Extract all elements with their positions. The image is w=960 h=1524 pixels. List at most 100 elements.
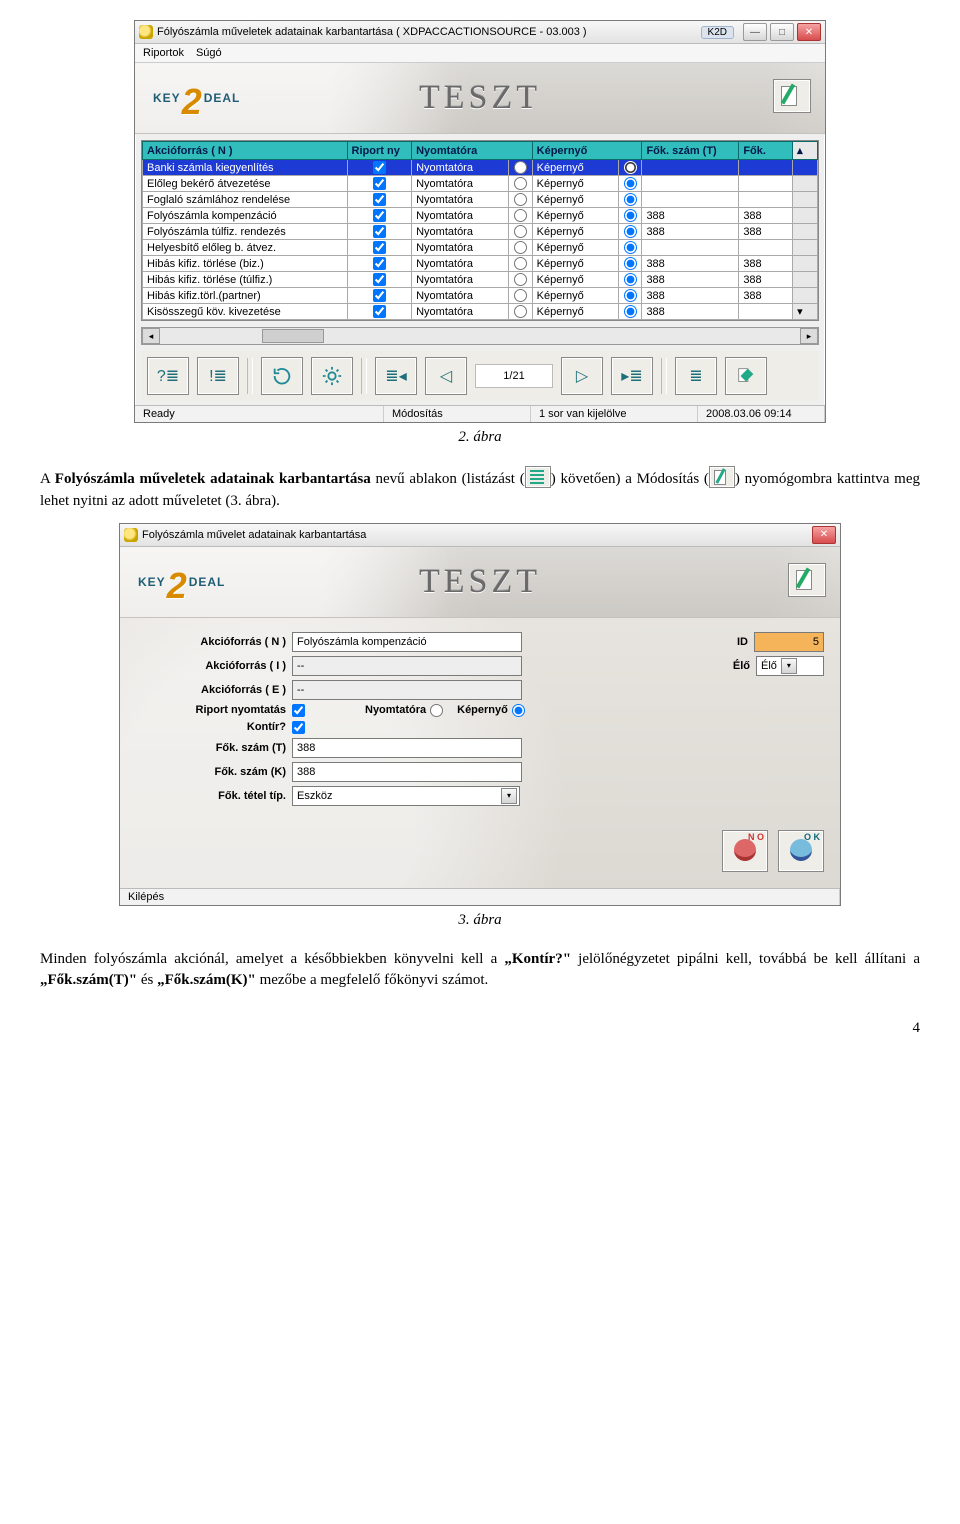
table-row[interactable]: Hibás kifiz.törl.(partner)NyomtatóraKépe…	[143, 288, 818, 304]
filter-button[interactable]: !≣	[197, 357, 239, 395]
radio[interactable]	[624, 193, 637, 206]
checkbox[interactable]	[373, 161, 386, 174]
table-row[interactable]: Folyószámla kompenzációNyomtatóraKéperny…	[143, 208, 818, 224]
prev-button[interactable]: ◁	[425, 357, 467, 395]
table-row[interactable]: Folyószámla túlfiz. rendezésNyomtatóraKé…	[143, 224, 818, 240]
vscroll[interactable]	[793, 256, 818, 272]
checkbox[interactable]	[373, 177, 386, 190]
cell-screen-radio[interactable]	[618, 240, 642, 256]
vscroll[interactable]	[793, 192, 818, 208]
vscroll[interactable]	[793, 240, 818, 256]
scroll-thumb[interactable]	[262, 329, 324, 343]
cell-printer-radio[interactable]	[508, 208, 532, 224]
checkbox-riport[interactable]	[292, 704, 305, 717]
refresh-button[interactable]	[261, 357, 303, 395]
table-row[interactable]: Kisösszegű köv. kivezetéseNyomtatóraKépe…	[143, 304, 818, 320]
vscroll[interactable]	[793, 288, 818, 304]
cell-screen-radio[interactable]	[618, 272, 642, 288]
cell-riport[interactable]	[347, 176, 412, 192]
checkbox[interactable]	[373, 257, 386, 270]
first-button[interactable]: ≣◂	[375, 357, 417, 395]
radio[interactable]	[624, 241, 637, 254]
horizontal-scrollbar[interactable]: ◂ ▸	[141, 327, 819, 345]
checkbox[interactable]	[373, 305, 386, 318]
radio[interactable]	[624, 161, 637, 174]
table-row[interactable]: Banki számla kiegyenlítésNyomtatóraKéper…	[143, 160, 818, 176]
vscroll[interactable]	[793, 272, 818, 288]
col-nyomtatora[interactable]: Nyomtatóra	[412, 142, 533, 160]
scroll-right-icon[interactable]: ▸	[800, 328, 818, 344]
cell-screen-radio[interactable]	[618, 304, 642, 320]
col-fokt[interactable]: Fők. szám (T)	[642, 142, 739, 160]
checkbox[interactable]	[373, 241, 386, 254]
select-elo[interactable]: Élő▾	[756, 656, 824, 676]
radio[interactable]	[624, 289, 637, 302]
cell-riport[interactable]	[347, 272, 412, 288]
radio[interactable]	[514, 257, 527, 270]
radio[interactable]	[514, 241, 527, 254]
radio[interactable]	[624, 257, 637, 270]
cell-printer-radio[interactable]	[508, 160, 532, 176]
next-button[interactable]: ▷	[561, 357, 603, 395]
titlebar[interactable]: Fólyószámla műveletek adatainak karbanta…	[135, 21, 825, 44]
checkbox[interactable]	[373, 289, 386, 302]
radio[interactable]	[514, 273, 527, 286]
titlebar[interactable]: Folyószámla művelet adatainak karbantart…	[120, 524, 840, 547]
cell-screen-radio[interactable]	[618, 224, 642, 240]
menu-sugo[interactable]: Súgó	[196, 47, 222, 59]
vscroll[interactable]: ▾	[793, 304, 818, 320]
radio-printer[interactable]	[430, 704, 443, 717]
radio[interactable]	[514, 161, 527, 174]
close-button[interactable]: ✕	[812, 526, 836, 544]
table-row[interactable]: Helyesbítő előleg b. átvez.NyomtatóraKép…	[143, 240, 818, 256]
edit-icon[interactable]	[788, 563, 826, 597]
radio[interactable]	[624, 209, 637, 222]
radio[interactable]	[514, 193, 527, 206]
radio-screen[interactable]	[512, 704, 525, 717]
cell-printer-radio[interactable]	[508, 192, 532, 208]
cell-screen-radio[interactable]	[618, 160, 642, 176]
close-button[interactable]: ✕	[797, 23, 821, 41]
cancel-button[interactable]: N O	[722, 830, 768, 872]
maximize-button[interactable]: □	[770, 23, 794, 41]
cell-printer-radio[interactable]	[508, 176, 532, 192]
data-grid[interactable]: Akcióforrás ( N ) Riport ny Nyomtatóra K…	[141, 140, 819, 321]
edit-button[interactable]	[725, 357, 767, 395]
help-button[interactable]: ?≣	[147, 357, 189, 395]
cell-riport[interactable]	[347, 192, 412, 208]
checkbox[interactable]	[373, 209, 386, 222]
col-akcioforras[interactable]: Akcióforrás ( N )	[143, 142, 348, 160]
radio[interactable]	[514, 225, 527, 238]
cell-riport[interactable]	[347, 288, 412, 304]
select-tetel[interactable]: Eszköz▾	[292, 786, 520, 806]
menu-riportok[interactable]: Riportok	[143, 47, 184, 59]
table-row[interactable]: Foglaló számlához rendeléseNyomtatóraKép…	[143, 192, 818, 208]
list-button[interactable]: ≣	[675, 357, 717, 395]
table-row[interactable]: Előleg bekérő átvezetéseNyomtatóraKépern…	[143, 176, 818, 192]
cell-printer-radio[interactable]	[508, 224, 532, 240]
vscroll-up-icon[interactable]: ▴	[793, 142, 818, 160]
cell-riport[interactable]	[347, 160, 412, 176]
vscroll[interactable]	[793, 224, 818, 240]
checkbox[interactable]	[373, 193, 386, 206]
cell-screen-radio[interactable]	[618, 208, 642, 224]
checkbox[interactable]	[373, 273, 386, 286]
table-row[interactable]: Hibás kifiz. törlése (biz.)NyomtatóraKép…	[143, 256, 818, 272]
cell-printer-radio[interactable]	[508, 256, 532, 272]
checkbox[interactable]	[373, 225, 386, 238]
scroll-left-icon[interactable]: ◂	[142, 328, 160, 344]
cell-screen-radio[interactable]	[618, 192, 642, 208]
radio[interactable]	[514, 305, 527, 318]
radio[interactable]	[514, 177, 527, 190]
radio[interactable]	[624, 225, 637, 238]
cell-riport[interactable]	[347, 224, 412, 240]
radio[interactable]	[624, 273, 637, 286]
col-fokk[interactable]: Fők.	[739, 142, 793, 160]
vscroll[interactable]	[793, 208, 818, 224]
edit-icon[interactable]	[773, 79, 811, 113]
cell-riport[interactable]	[347, 256, 412, 272]
col-riport[interactable]: Riport ny	[347, 142, 412, 160]
table-row[interactable]: Hibás kifiz. törlése (túlfiz.)Nyomtatóra…	[143, 272, 818, 288]
cell-screen-radio[interactable]	[618, 176, 642, 192]
cell-printer-radio[interactable]	[508, 304, 532, 320]
